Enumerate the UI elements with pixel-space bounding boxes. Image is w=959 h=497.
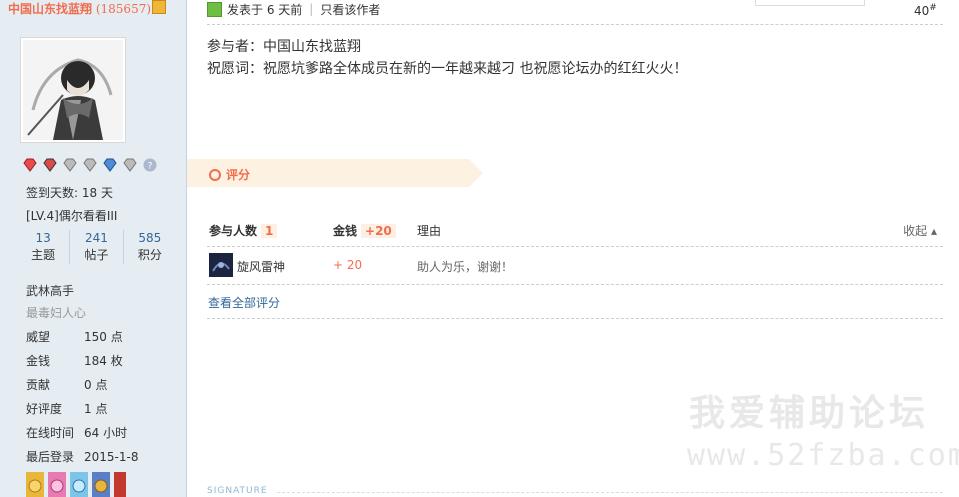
author-uid: (185657)	[95, 2, 152, 16]
online-status-icon	[207, 1, 222, 17]
gray-gem-icon[interactable]	[82, 157, 98, 173]
floating-menu-edge	[755, 0, 865, 6]
only-author-link[interactable]: 只看该作者	[320, 1, 380, 18]
meta-separator: |	[309, 2, 314, 16]
profile-online-time: 在线时间 64 小时	[26, 426, 128, 440]
caret-up-icon: ▴	[930, 224, 937, 238]
post-main: 发表于 6 天前 | 只看该作者 40# 参与者：中国山东找蓝翔 祝愿词：祝愿坑…	[187, 0, 959, 497]
medals-icon[interactable]	[26, 470, 126, 497]
help-icon[interactable]: ?	[142, 157, 158, 173]
rating-bottom-divider	[207, 318, 943, 319]
ring-icon	[209, 168, 221, 181]
profile-rating: 好评度 1 点	[26, 402, 108, 416]
stat-threads[interactable]: 13 主题	[17, 230, 69, 264]
vip-medal-icon	[152, 0, 167, 14]
author-header: 中国山东找蓝翔 (185657)	[8, 0, 167, 16]
gray-gem-icon[interactable]	[122, 157, 138, 173]
rating-title: 评分	[209, 166, 250, 183]
medal-row	[26, 470, 126, 497]
custom-title: 最毒妇人心	[26, 306, 87, 320]
signature-label: SIGNATURE	[207, 486, 943, 496]
rater-avatar[interactable]	[209, 253, 233, 277]
collapse-toggle[interactable]: 收起 ▴	[903, 222, 937, 239]
profile-money: 金钱 184 枚	[26, 354, 123, 368]
blue-gem-icon[interactable]	[102, 157, 118, 173]
floor-number[interactable]: 40#	[914, 3, 937, 18]
svg-text:?: ?	[148, 162, 153, 172]
post-line-participant: 参与者：中国山东找蓝翔	[207, 39, 361, 55]
red-gem-icon[interactable]	[42, 157, 58, 173]
badge-row: ?	[22, 157, 158, 173]
checkin-days: 签到天数: 18 天	[26, 186, 113, 200]
money-total: 金钱 +20	[333, 222, 396, 239]
author-name-link[interactable]: 中国山东找蓝翔	[8, 2, 92, 16]
rater-reason: 助人为乐，谢谢！	[417, 260, 514, 274]
heart-gem-icon[interactable]	[22, 157, 38, 173]
stat-posts[interactable]: 241 帖子	[69, 230, 122, 264]
watermark-title: 我爱辅助论坛	[689, 393, 930, 434]
meta-divider	[207, 24, 943, 25]
profile-contribution: 贡献 0 点	[26, 378, 108, 392]
avatar[interactable]	[20, 37, 126, 143]
rater-money: + 20	[333, 258, 363, 272]
post-meta: 发表于 6 天前 | 只看该作者	[207, 0, 380, 18]
author-stats: 13 主题 241 帖子 585 积分	[17, 230, 176, 264]
profile-prestige: 威望 150 点	[26, 330, 123, 344]
post-line-wish: 祝愿词：祝愿坑爹路全体成员在新的一年越来越刁 也祝愿论坛办的红红火火！	[207, 61, 688, 77]
author-sidebar: 中国山东找蓝翔 (185657) ? 签到天数: 18 天 [LV.4]偶尔看看…	[0, 0, 187, 497]
rating-header: 参与人数 1 金钱 +20 理由 收起 ▴	[207, 214, 943, 247]
avatar-image	[23, 40, 123, 140]
view-all-ratings-link[interactable]: 查看全部评分	[208, 294, 280, 311]
profile-last-login: 最后登录 2015-1-8	[26, 450, 139, 464]
rating-row: 旋风雷神 + 20 助人为乐，谢谢！	[207, 250, 943, 285]
participants-count: 参与人数 1	[209, 222, 278, 239]
post-content: 参与者：中国山东找蓝翔 祝愿词：祝愿坑爹路全体成员在新的一年越来越刁 也祝愿论坛…	[207, 36, 687, 80]
reason-header: 理由	[417, 224, 442, 238]
stat-points[interactable]: 585 积分	[122, 230, 176, 264]
user-level[interactable]: [LV.4]偶尔看看III	[26, 207, 117, 224]
watermark-url: www.52fzba.com	[687, 438, 959, 473]
gray-gem-icon[interactable]	[62, 157, 78, 173]
rank-title: 武林高手	[26, 284, 75, 298]
rater-name[interactable]: 旋风雷神	[237, 258, 285, 275]
post-time: 发表于 6 天前	[227, 2, 303, 17]
